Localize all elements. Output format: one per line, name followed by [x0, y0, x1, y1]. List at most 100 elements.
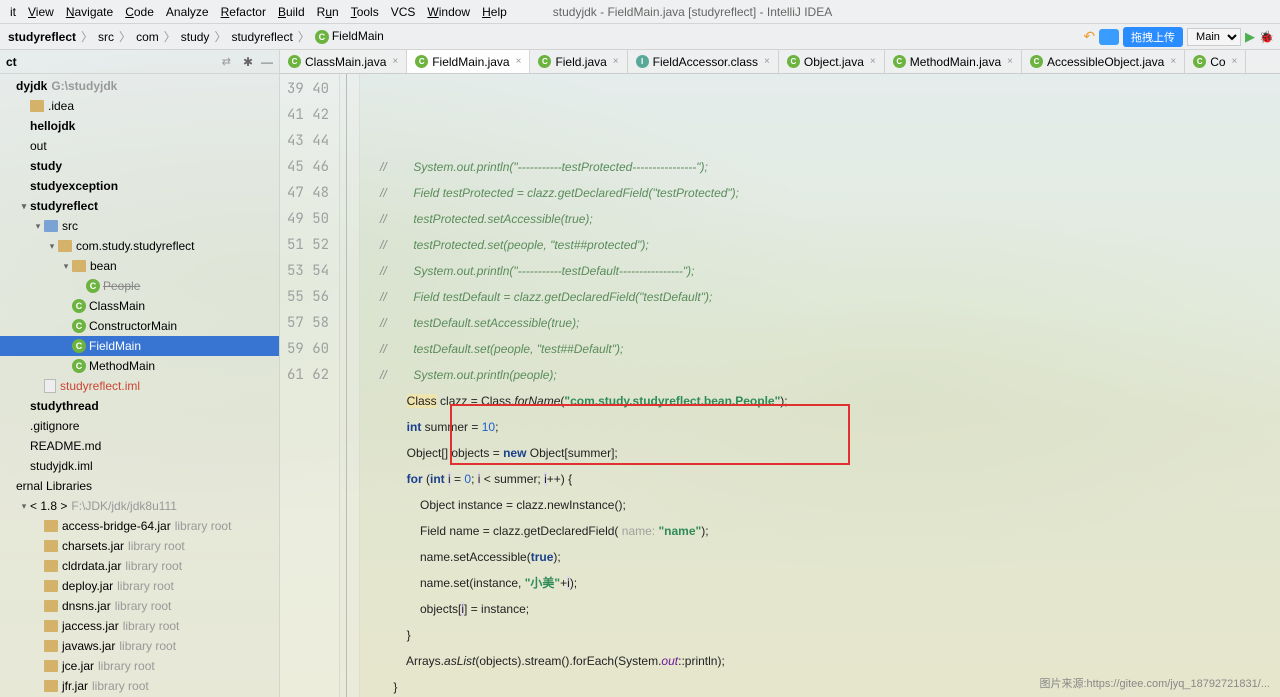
- run-config-select[interactable]: Main: [1187, 28, 1241, 46]
- code-line-49[interactable]: int summer = 10;: [380, 414, 1280, 440]
- tree-node-methodmain[interactable]: CMethodMain: [0, 356, 279, 376]
- tree-node-studyreflect[interactable]: ▾studyreflect: [0, 196, 279, 216]
- breadcrumb[interactable]: studyreflect〉src〉com〉study〉studyreflect〉…: [6, 28, 386, 45]
- tab-methodmain-java[interactable]: CMethodMain.java×: [885, 50, 1022, 73]
- settings-gear-icon[interactable]: ✱: [243, 55, 253, 69]
- tree-node-bean[interactable]: ▾bean: [0, 256, 279, 276]
- run-icon[interactable]: ▶: [1245, 29, 1255, 45]
- close-tab-icon[interactable]: ×: [870, 56, 876, 67]
- collapse-icon[interactable]: ⇄: [218, 55, 235, 69]
- tree-node-studyjdk-iml[interactable]: studyjdk.iml: [0, 456, 279, 476]
- tree-node-studythread[interactable]: studythread: [0, 396, 279, 416]
- tree-node-access-bridge-64-jar[interactable]: access-bridge-64.jarlibrary root: [0, 516, 279, 536]
- cloud-icon[interactable]: [1099, 29, 1119, 45]
- tree-node-jce-jar[interactable]: jce.jarlibrary root: [0, 656, 279, 676]
- code-line-46[interactable]: // testDefault.set(people, "test##Defaul…: [380, 336, 1280, 362]
- code-line-44[interactable]: // Field testDefault = clazz.getDeclared…: [380, 284, 1280, 310]
- close-tab-icon[interactable]: ×: [516, 56, 522, 67]
- tab-classmain-java[interactable]: CClassMain.java×: [280, 50, 407, 73]
- tree-node-dyjdk[interactable]: dyjdkG:\studyjdk: [0, 76, 279, 96]
- close-tab-icon[interactable]: ×: [613, 56, 619, 67]
- fold-column[interactable]: [340, 74, 360, 697]
- tab-accessibleobject-java[interactable]: CAccessibleObject.java×: [1022, 50, 1185, 73]
- tree-node-ernal-libraries[interactable]: ernal Libraries: [0, 476, 279, 496]
- back-arrow-icon[interactable]: ↶: [1083, 28, 1095, 45]
- code-line-55[interactable]: name.set(instance, "小美"+i);: [380, 570, 1280, 596]
- tree-node--idea[interactable]: .idea: [0, 96, 279, 116]
- tree-node--1-8-[interactable]: ▾< 1.8 >F:\JDK/jdk/jdk8u111: [0, 496, 279, 516]
- close-tab-icon[interactable]: ×: [392, 56, 398, 67]
- tab-fieldaccessor-class[interactable]: IFieldAccessor.class×: [628, 50, 779, 73]
- tree-node-javaws-jar[interactable]: javaws.jarlibrary root: [0, 636, 279, 656]
- tree-node-src[interactable]: ▾src: [0, 216, 279, 236]
- upload-button[interactable]: 拖拽上传: [1123, 27, 1183, 47]
- menu-build[interactable]: Build: [272, 3, 311, 21]
- menu-it[interactable]: it: [4, 3, 22, 21]
- menu-help[interactable]: Help: [476, 3, 513, 21]
- tree-node-studyexception[interactable]: studyexception: [0, 176, 279, 196]
- menu-run[interactable]: Run: [311, 3, 345, 21]
- tree-node-studyreflect-iml[interactable]: studyreflect.iml: [0, 376, 279, 396]
- tree-node-classmain[interactable]: CClassMain: [0, 296, 279, 316]
- tab-fieldmain-java[interactable]: CFieldMain.java×: [407, 50, 530, 73]
- tree-node-study[interactable]: study: [0, 156, 279, 176]
- debug-icon[interactable]: 🐞: [1259, 30, 1274, 44]
- tab-co[interactable]: CCo×: [1185, 50, 1246, 73]
- close-tab-icon[interactable]: ×: [1232, 56, 1238, 67]
- code-line-40[interactable]: // Field testProtected = clazz.getDeclar…: [380, 180, 1280, 206]
- crumb-studyreflect[interactable]: studyreflect: [6, 30, 78, 44]
- code-line-51[interactable]: for (int i = 0; i < summer; i++) {: [380, 466, 1280, 492]
- menu-view[interactable]: View: [22, 3, 60, 21]
- code-line-48[interactable]: Class clazz = Class.forName("com.study.s…: [380, 388, 1280, 414]
- crumb-study[interactable]: study: [179, 30, 212, 44]
- tab-object-java[interactable]: CObject.java×: [779, 50, 885, 73]
- crumb-com[interactable]: com: [134, 30, 161, 44]
- project-tree[interactable]: dyjdkG:\studyjdk.ideahellojdkoutstudystu…: [0, 74, 279, 697]
- menu-navigate[interactable]: Navigate: [60, 3, 119, 21]
- menu-code[interactable]: Code: [119, 3, 160, 21]
- code-line-50[interactable]: Object[] objects = new Object[summer];: [380, 440, 1280, 466]
- menu-tools[interactable]: Tools: [345, 3, 385, 21]
- tree-node-dnsns-jar[interactable]: dnsns.jarlibrary root: [0, 596, 279, 616]
- crumb-src[interactable]: src: [96, 30, 116, 44]
- menu-window[interactable]: Window: [421, 3, 476, 21]
- code-line-57[interactable]: }: [380, 622, 1280, 648]
- code-line-47[interactable]: // System.out.println(people);: [380, 362, 1280, 388]
- menu-vcs[interactable]: VCS: [385, 3, 422, 21]
- code-line-42[interactable]: // testProtected.set(people, "test##prot…: [380, 232, 1280, 258]
- tab-field-java[interactable]: CField.java×: [530, 50, 627, 73]
- tree-node-fieldmain[interactable]: CFieldMain: [0, 336, 279, 356]
- tree-node-constructormain[interactable]: CConstructorMain: [0, 316, 279, 336]
- tree-node-readme-md[interactable]: README.md: [0, 436, 279, 456]
- tree-node-cldrdata-jar[interactable]: cldrdata.jarlibrary root: [0, 556, 279, 576]
- crumb-studyreflect[interactable]: studyreflect: [229, 30, 294, 44]
- line-gutter[interactable]: 39 40 41 42 43 44 45 46 47 48 49 50 51 5…: [280, 74, 340, 697]
- menu-refactor[interactable]: Refactor: [215, 3, 272, 21]
- tree-node-deploy-jar[interactable]: deploy.jarlibrary root: [0, 576, 279, 596]
- tree-node-out[interactable]: out: [0, 136, 279, 156]
- close-tab-icon[interactable]: ×: [764, 56, 770, 67]
- tree-node-jfr-jar[interactable]: jfr.jarlibrary root: [0, 676, 279, 696]
- code-line-43[interactable]: // System.out.println("-----------testDe…: [380, 258, 1280, 284]
- tree-node--gitignore[interactable]: .gitignore: [0, 416, 279, 436]
- tree-node-charsets-jar[interactable]: charsets.jarlibrary root: [0, 536, 279, 556]
- crumb-FieldMain[interactable]: CFieldMain: [313, 29, 386, 44]
- code-line-45[interactable]: // testDefault.setAccessible(true);: [380, 310, 1280, 336]
- code-line-52[interactable]: Object instance = clazz.newInstance();: [380, 492, 1280, 518]
- close-tab-icon[interactable]: ×: [1170, 56, 1176, 67]
- code-content[interactable]: // System.out.println("-----------testPr…: [360, 74, 1280, 697]
- menu-analyze[interactable]: Analyze: [160, 3, 215, 21]
- code-line-41[interactable]: // testProtected.setAccessible(true);: [380, 206, 1280, 232]
- close-tab-icon[interactable]: ×: [1007, 56, 1013, 67]
- code-line-58[interactable]: Arrays.asList(objects).stream().forEach(…: [380, 648, 1280, 674]
- code-line-54[interactable]: name.setAccessible(true);: [380, 544, 1280, 570]
- code-line-56[interactable]: objects[i] = instance;: [380, 596, 1280, 622]
- tree-node-jaccess-jar[interactable]: jaccess.jarlibrary root: [0, 616, 279, 636]
- hide-icon[interactable]: —: [261, 55, 273, 69]
- tree-node-hellojdk[interactable]: hellojdk: [0, 116, 279, 136]
- tree-node-people[interactable]: CPeople: [0, 276, 279, 296]
- watermark: 图片来源:https://gitee.com/jyq_18792721831/.…: [1039, 675, 1270, 691]
- tree-node-com-study-studyreflect[interactable]: ▾com.study.studyreflect: [0, 236, 279, 256]
- code-line-53[interactable]: Field name = clazz.getDeclaredField( nam…: [380, 518, 1280, 544]
- code-line-39[interactable]: // System.out.println("-----------testPr…: [380, 154, 1280, 180]
